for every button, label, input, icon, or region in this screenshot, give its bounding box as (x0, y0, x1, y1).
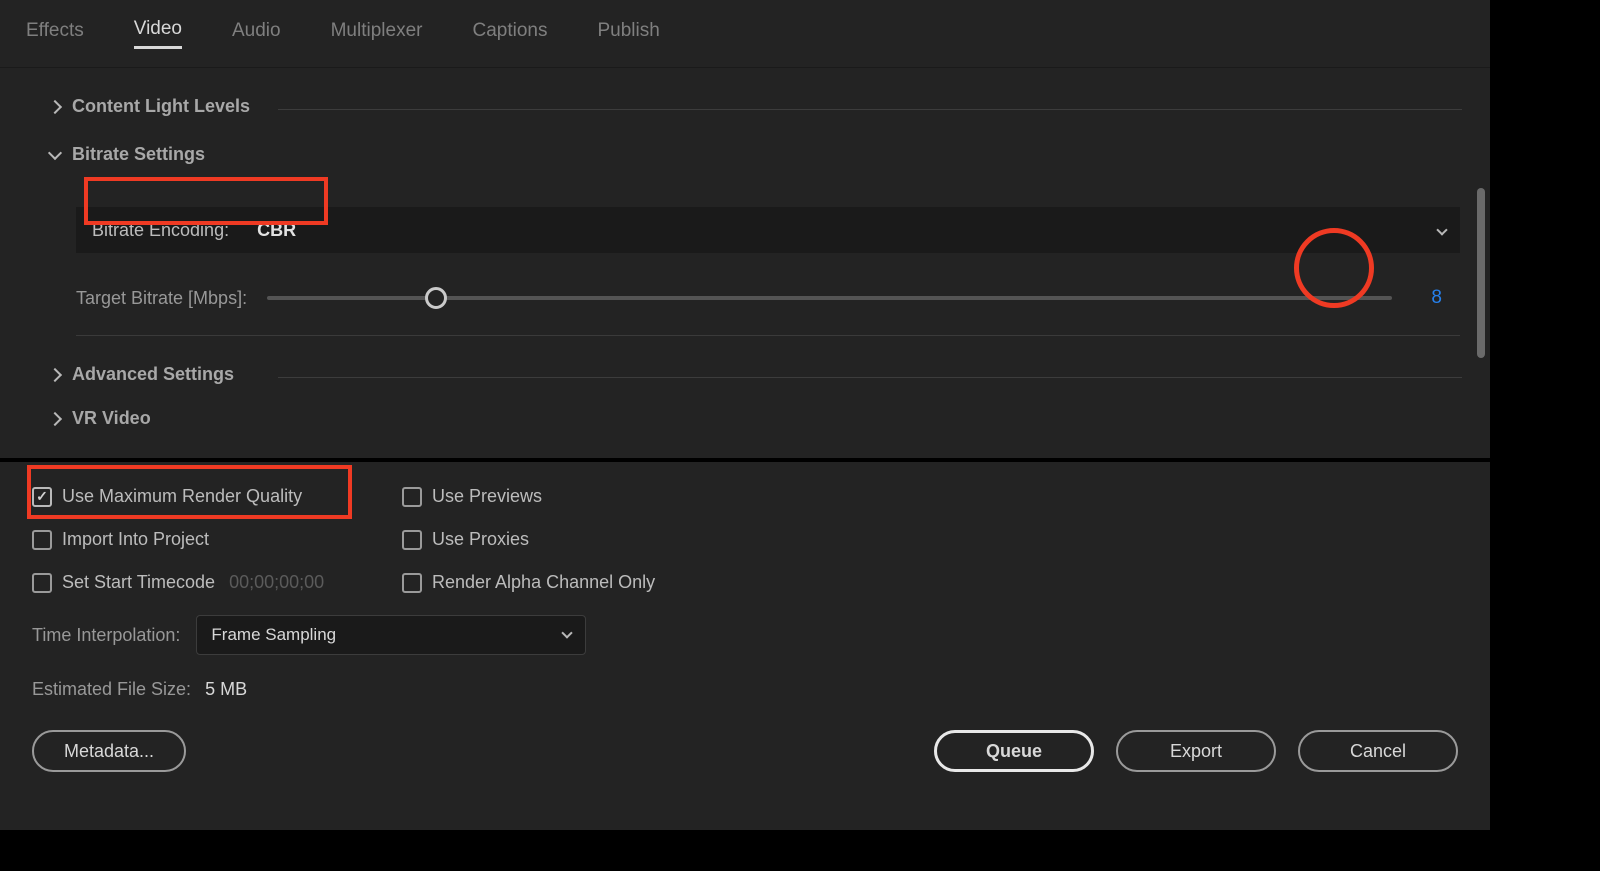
target-bitrate-label: Target Bitrate [Mbps]: (76, 288, 247, 309)
tab-audio[interactable]: Audio (232, 20, 281, 48)
time-interpolation-dropdown[interactable]: Frame Sampling (196, 615, 586, 655)
export-button[interactable]: Export (1116, 730, 1276, 772)
chevron-down-icon (562, 627, 573, 638)
checkbox-label: Import Into Project (62, 529, 209, 550)
bitrate-settings-body: Bitrate Encoding: CBR Target Bitrate [Mb… (76, 197, 1460, 336)
tab-effects[interactable]: Effects (26, 20, 84, 48)
estimated-file-size-label: Estimated File Size: (32, 679, 191, 700)
checkbox-label: Use Maximum Render Quality (62, 486, 302, 507)
checkbox-label: Set Start Timecode (62, 572, 215, 593)
checkbox-use-previews[interactable]: Use Previews (402, 486, 542, 507)
export-settings-top-panel: Effects Video Audio Multiplexer Captions… (0, 0, 1490, 458)
checkbox-use-maximum-render-quality[interactable]: Use Maximum Render Quality (32, 486, 372, 507)
section-label: Content Light Levels (72, 96, 250, 117)
checkbox-icon (402, 530, 422, 550)
target-bitrate-value[interactable]: 8 (1412, 287, 1442, 309)
queue-button[interactable]: Queue (934, 730, 1094, 772)
section-vr-video[interactable]: VR Video (28, 398, 1462, 439)
time-interpolation-row: Time Interpolation: Frame Sampling (32, 615, 1458, 655)
target-bitrate-row: Target Bitrate [Mbps]: 8 (76, 287, 1460, 309)
chevron-right-icon (48, 99, 62, 113)
checkbox-icon (32, 487, 52, 507)
checkbox-label: Use Proxies (432, 529, 529, 550)
checkbox-label: Render Alpha Channel Only (432, 572, 655, 593)
dropdown-icon (1438, 221, 1446, 239)
checkbox-icon (32, 573, 52, 593)
chevron-right-icon (48, 367, 62, 381)
checkbox-use-proxies[interactable]: Use Proxies (402, 529, 529, 550)
bitrate-encoding-label: Bitrate Encoding: (92, 220, 229, 241)
section-divider (278, 377, 1462, 378)
tab-publish[interactable]: Publish (597, 20, 659, 48)
checkbox-icon (32, 530, 52, 550)
chevron-down-icon (48, 145, 62, 159)
bitrate-encoding-value: CBR (257, 220, 296, 241)
start-timecode-value[interactable]: 00;00;00;00 (229, 572, 324, 593)
section-label: Advanced Settings (72, 364, 234, 385)
video-sections: Content Light Levels Bitrate Settings Bi… (0, 68, 1490, 439)
scrollbar-thumb[interactable] (1477, 188, 1485, 358)
checkbox-import-into-project[interactable]: Import Into Project (32, 529, 372, 550)
checkbox-render-alpha-channel-only[interactable]: Render Alpha Channel Only (402, 572, 655, 593)
section-label: VR Video (72, 408, 151, 429)
target-bitrate-slider[interactable] (267, 296, 1392, 300)
export-settings-bottom-panel: Use Maximum Render Quality Use Previews … (0, 462, 1490, 830)
checkbox-icon (402, 573, 422, 593)
metadata-button[interactable]: Metadata... (32, 730, 186, 772)
chevron-right-icon (48, 411, 62, 425)
bitrate-encoding-dropdown[interactable]: Bitrate Encoding: CBR (76, 207, 1460, 253)
section-content-light-levels[interactable]: Content Light Levels (28, 86, 1462, 127)
action-button-group: Queue Export Cancel (934, 730, 1458, 772)
tab-bar: Effects Video Audio Multiplexer Captions… (0, 0, 1490, 68)
section-bitrate-settings[interactable]: Bitrate Settings (28, 134, 1462, 175)
export-options: Use Maximum Render Quality Use Previews … (0, 462, 1490, 796)
tab-multiplexer[interactable]: Multiplexer (331, 20, 423, 48)
slider-thumb[interactable] (425, 287, 447, 309)
estimated-file-size-value: 5 MB (205, 679, 247, 700)
cancel-button[interactable]: Cancel (1298, 730, 1458, 772)
section-label: Bitrate Settings (72, 144, 205, 165)
checkbox-label: Use Previews (432, 486, 542, 507)
button-row: Metadata... Queue Export Cancel (32, 730, 1458, 772)
scrollbar-track[interactable] (1476, 60, 1486, 450)
checkbox-set-start-timecode[interactable]: Set Start Timecode 00;00;00;00 (32, 572, 372, 593)
time-interpolation-label: Time Interpolation: (32, 625, 180, 646)
section-divider (278, 109, 1462, 110)
time-interpolation-value: Frame Sampling (211, 625, 336, 645)
checkbox-icon (402, 487, 422, 507)
tab-video[interactable]: Video (134, 18, 182, 49)
estimated-file-size-row: Estimated File Size: 5 MB (32, 679, 1458, 700)
section-advanced-settings[interactable]: Advanced Settings (28, 354, 1462, 395)
tab-captions[interactable]: Captions (472, 20, 547, 48)
